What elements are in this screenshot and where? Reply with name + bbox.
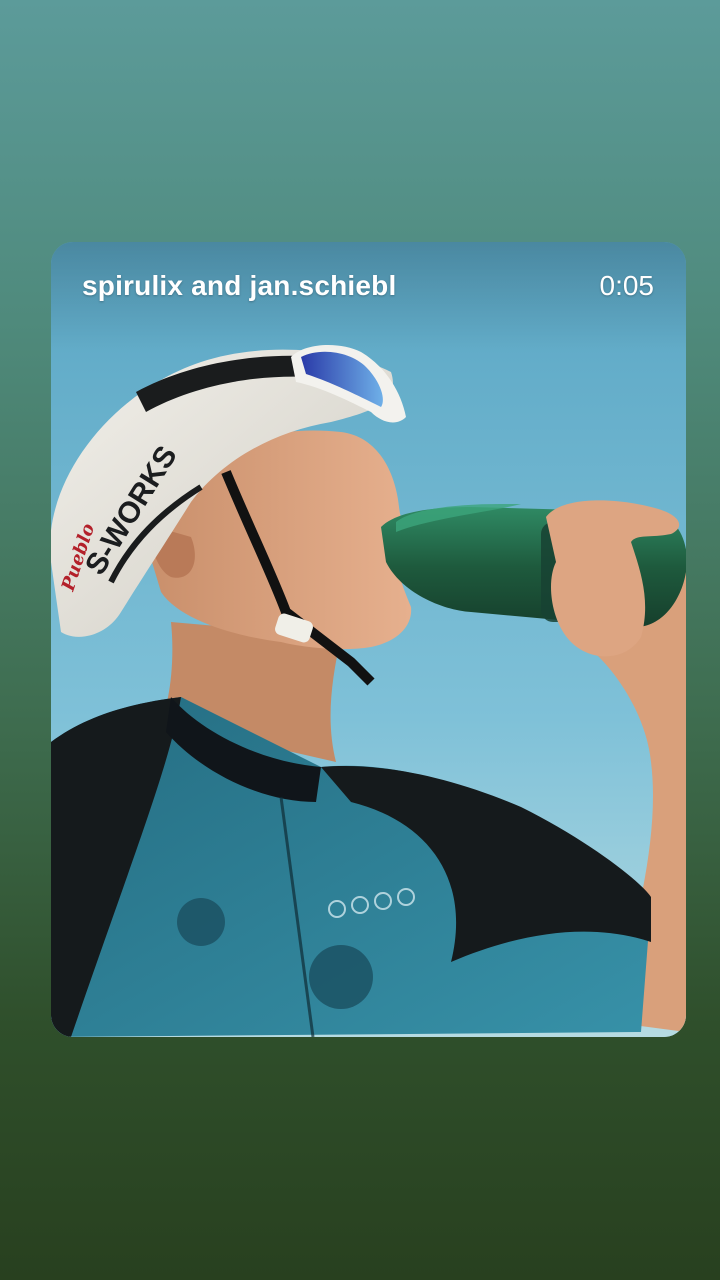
story-author-names[interactable]: spirulix and jan.schiebl [82,270,396,302]
story-header: spirulix and jan.schiebl 0:05 [51,242,686,352]
story-video-card[interactable]: S-WORKS Pueblo spirulix and jan.schiebl … [51,242,686,1037]
story-elapsed-time: 0:05 [599,270,655,301]
story-video-frame: S-WORKS Pueblo [51,242,686,1037]
